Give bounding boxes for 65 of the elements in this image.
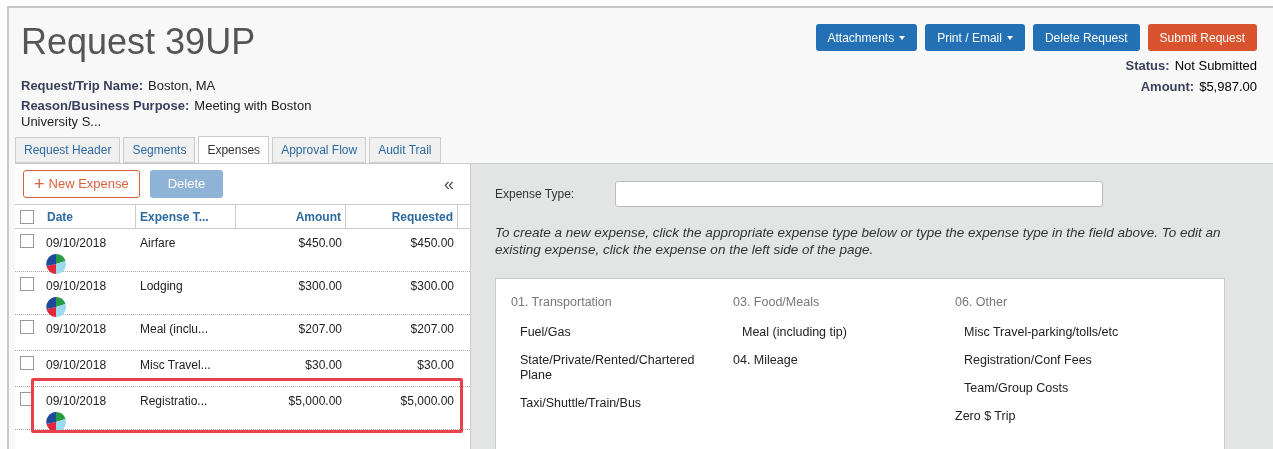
expense-type-link[interactable]: Team/Group Costs [955,381,1177,396]
requested-cell-text: $207.00 [409,321,455,338]
row-checkbox[interactable] [20,356,34,370]
expense-type-cell-text: Airfare [139,235,177,252]
expense-type-cell-text: Meal (inclu... [139,321,210,338]
expense-type-field[interactable] [615,181,1103,207]
page-title: Request 39UP [21,20,257,64]
toolbar-button[interactable]: Attachments [815,24,918,51]
tab[interactable]: Audit Trail [369,137,441,163]
expense-type-link[interactable]: 04. Mileage [733,353,955,368]
amount-text: Amount: $5,987.00 [1139,78,1257,96]
expense-type-link[interactable]: Taxi/Shuttle/Train/Bus [511,396,733,411]
tab[interactable]: Expenses [198,136,270,164]
category-heading: 06. Other [955,295,1009,310]
expense-type-link[interactable]: Zero $ Trip [955,409,1177,424]
amount-cell-text: $300.00 [297,278,343,295]
category-heading: 03. Food/Meals [733,295,821,310]
date-cell-text: 09/10/2018 [46,235,108,252]
column-header[interactable]: Requested [346,205,458,228]
tab[interactable]: Request Header [15,137,121,163]
expense-type-link[interactable]: Meal (including tip) [733,325,955,340]
tab[interactable]: Approval Flow [272,137,367,163]
row-checkbox[interactable] [20,234,34,248]
amount-cell-text: $5,000.00 [287,393,343,410]
amount-cell-text: $450.00 [297,235,343,252]
status-text: Status: Not Submitted [1125,57,1257,75]
category-heading: 01. Transportation [511,295,613,310]
collapse-icon[interactable]: « [444,170,454,198]
toolbar-button[interactable]: Delete Request [1032,24,1140,51]
date-cell-text: 09/10/2018 [46,357,108,374]
date-cell-text: 09/10/2018 [46,393,108,410]
requested-cell-text: $450.00 [409,235,455,252]
tab[interactable]: Segments [123,137,196,163]
pie-chart-icon[interactable] [46,297,66,317]
caret-icon [1006,35,1013,40]
column-header[interactable]: Date [43,205,136,228]
instruction-text: To create a new expense, click the appropriate expense type below or type the expense type in the field above. To edit an existing expense, click the expense on the left side of the page. [495,224,1222,258]
pie-chart-icon[interactable] [46,254,66,274]
amount-cell-text: $30.00 [304,357,343,374]
column-header[interactable]: Expense T... [136,205,236,228]
purpose-text: Reason/Business Purpose: Meeting with Boston University S... [21,98,313,130]
amount-cell-text: $207.00 [297,321,343,338]
requested-cell-text: $300.00 [409,278,455,295]
new-expense-button[interactable]: + New Expense [23,170,140,198]
toolbar-button[interactable]: Submit Request [1147,24,1257,51]
date-cell-text: 09/10/2018 [46,278,108,295]
column-header[interactable]: Amount [236,205,346,228]
pie-chart-icon[interactable] [46,412,66,432]
toolbar-button[interactable]: Print / Email [925,24,1025,51]
expense-type-cell-text: Misc Travel... [139,357,212,374]
expense-type-cell-text: Lodging [139,278,184,295]
caret-icon [899,35,906,40]
trip-name-text: Request/Trip Name: Boston, MA [21,78,217,94]
requested-cell-text: $5,000.00 [399,393,455,410]
expense-type-cell-text: Registratio... [139,393,209,410]
expense-type-link[interactable]: Registration/Conf Fees [955,353,1177,368]
expense-type-link[interactable]: State/Private/Rented/Chartered Plane [511,353,733,383]
expense-type-link[interactable]: Fuel/Gas [511,325,733,340]
date-cell-text: 09/10/2018 [46,321,108,338]
requested-cell-text: $30.00 [416,357,455,374]
select-all-checkbox[interactable] [20,209,34,224]
row-checkbox[interactable] [20,320,34,334]
expense-type-link[interactable]: Misc Travel-parking/tolls/etc [955,325,1177,340]
field-label: Expense Type: [495,186,576,203]
row-checkbox[interactable] [20,277,34,291]
